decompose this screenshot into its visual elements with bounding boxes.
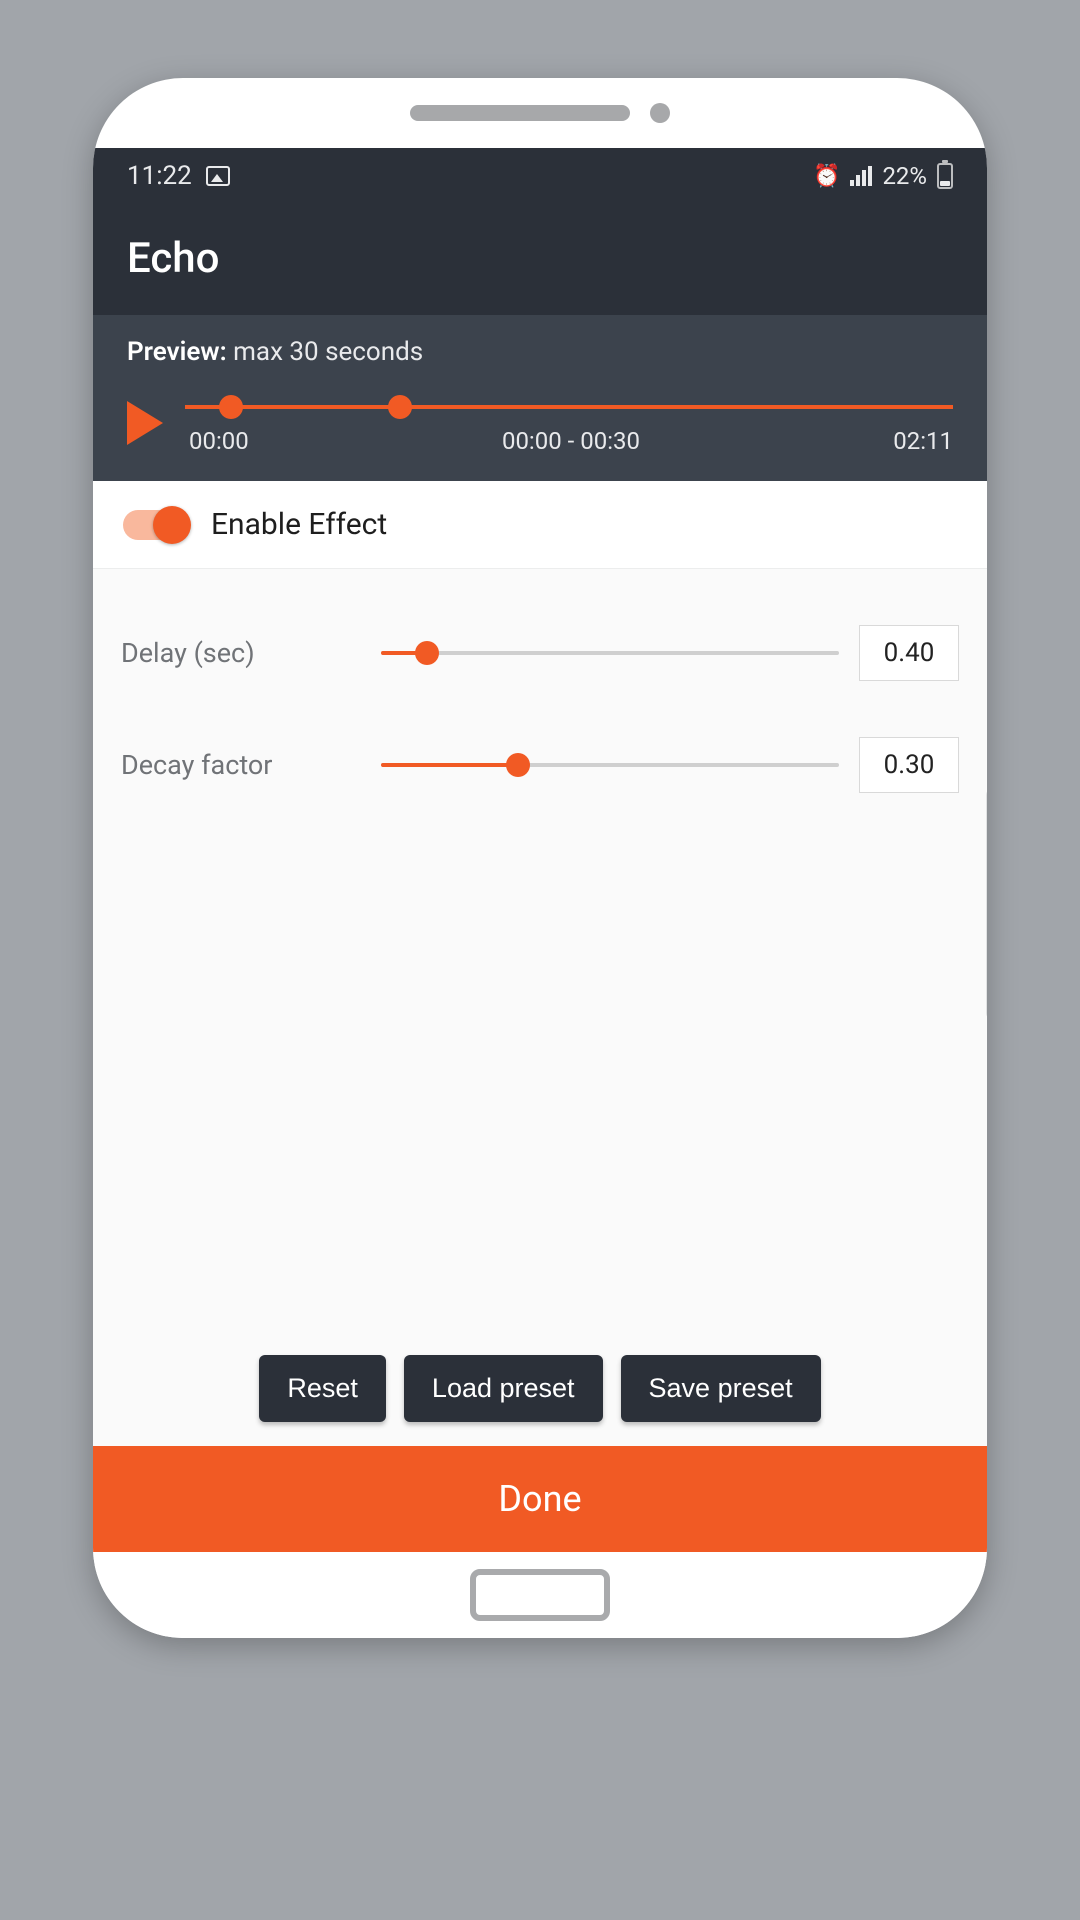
range-handle-end[interactable] (388, 395, 412, 419)
range-handle-start[interactable] (219, 395, 243, 419)
reset-button[interactable]: Reset (259, 1355, 386, 1422)
enable-effect-toggle[interactable] (123, 510, 187, 540)
speaker-grille (410, 105, 630, 121)
delay-slider[interactable] (381, 651, 839, 655)
front-camera (650, 103, 670, 123)
status-battery-pct: 22% (882, 162, 927, 190)
signal-icon (850, 166, 872, 186)
load-preset-button[interactable]: Load preset (404, 1355, 603, 1422)
battery-icon (937, 163, 953, 189)
preview-hint: max 30 seconds (233, 337, 423, 367)
scroll-indicator (986, 789, 987, 1019)
done-button[interactable]: Done (93, 1446, 987, 1552)
delay-label: Delay (sec) (121, 637, 361, 669)
preset-buttons-row: Reset Load preset Save preset (93, 1345, 987, 1446)
status-bar: 11:22 ⏰ 22% (93, 148, 987, 204)
decay-label: Decay factor (121, 749, 361, 781)
home-button[interactable] (470, 1569, 610, 1621)
page-title: Echo (93, 204, 987, 315)
device-frame: 11:22 ⏰ 22% Echo Preview: max 30 seconds… (93, 78, 987, 1638)
preview-label: Preview: (127, 337, 227, 367)
preview-title: Preview: max 30 seconds (127, 337, 953, 367)
android-nav-bar (93, 1552, 987, 1638)
decay-value[interactable]: 0.30 (859, 737, 959, 793)
decay-slider[interactable] (381, 763, 839, 767)
enable-effect-row: Enable Effect (93, 481, 987, 569)
alarm-icon: ⏰ (813, 164, 840, 189)
preview-time-total: 02:11 (893, 427, 953, 455)
preview-time-start: 00:00 (189, 427, 249, 455)
save-preset-button[interactable]: Save preset (621, 1355, 821, 1422)
decay-row: Decay factor 0.30 (121, 737, 959, 793)
picture-icon (206, 166, 230, 186)
preview-section: Preview: max 30 seconds 00:00 00:00 - 00… (93, 315, 987, 481)
status-time: 11:22 (127, 161, 192, 191)
preview-time-range: 00:00 - 00:30 (502, 427, 640, 455)
enable-effect-label: Enable Effect (211, 507, 387, 542)
effect-controls: Delay (sec) 0.40 Decay factor 0.30 (93, 569, 987, 1345)
play-icon[interactable] (127, 401, 163, 445)
delay-value[interactable]: 0.40 (859, 625, 959, 681)
delay-row: Delay (sec) 0.40 (121, 625, 959, 681)
preview-timeline[interactable]: 00:00 00:00 - 00:30 02:11 (185, 385, 953, 461)
device-top-hardware (93, 78, 987, 148)
